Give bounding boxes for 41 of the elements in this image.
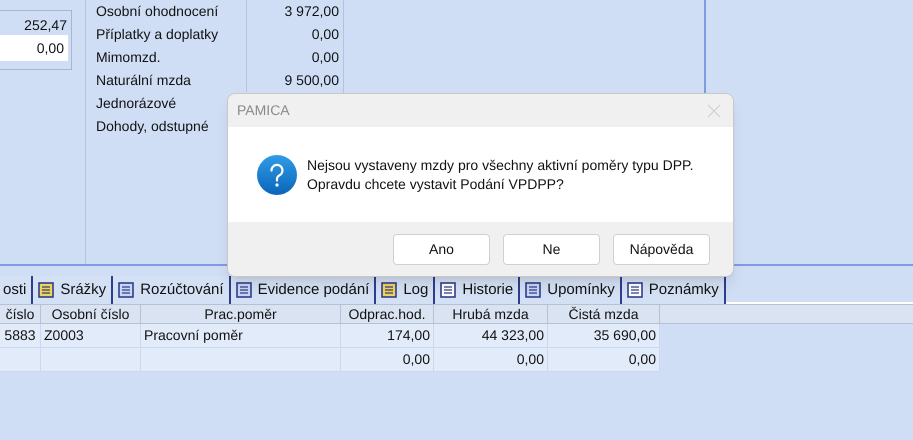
summary-value: 0,00 [246,46,343,69]
tab[interactable]: Rozúčtování [113,276,231,304]
column-header[interactable]: číslo [0,305,41,323]
summary-label: Příplatky a doplatky [95,25,220,44]
column-header[interactable]: Čistá mzda [548,305,660,323]
tab[interactable]: Evidence podání [230,276,376,304]
table-cell: Z0003 [41,324,141,348]
column-header[interactable]: Odprac.hod. [341,305,434,323]
summary-label: Dohody, odstupné [95,117,210,136]
tab[interactable]: Upomínky [520,276,622,304]
summary-label: Osobní ohodnocení [95,2,220,21]
dialog-message: Nejsou vystaveny mzdy pro všechny aktivní poměry typu DPP. Opravdu chcete vystavit Podání VPDPP? [307,156,694,194]
summary-value: 0,00 [246,23,343,46]
table-cell: 0,00 [548,348,660,372]
tab[interactable]: Poznámky [622,276,726,304]
tab[interactable]: Historie [435,276,520,304]
table-cell: 0,00 [341,348,434,372]
tab[interactable]: Log [376,276,436,304]
column-header[interactable]: Prac.poměr [141,305,341,323]
tab[interactable]: Srážky [33,276,114,304]
column-header[interactable]: Hrubá mzda [434,305,548,323]
summary-label: Naturální mzda [95,71,192,90]
close-icon[interactable] [707,104,721,118]
table-cell: 44 323,00 [434,324,548,348]
table-cell: Pracovní poměr [141,324,341,348]
amount-input[interactable]: 0,00 [0,35,68,61]
question-icon [257,154,297,194]
dialog-button[interactable]: Ne [503,234,600,264]
column-header[interactable]: Osobní číslo [41,305,141,323]
dialog-title: PAMICA [237,101,290,120]
table-cell: 5883 [0,324,41,348]
table-cell: 174,00 [341,324,434,348]
summary-value: 3 972,00 [246,0,343,23]
table-cell: 0,00 [434,348,548,372]
summary-label: Mimomzd. [95,48,162,67]
summary-value: 9 500,00 [246,69,343,92]
dialog-button[interactable]: Ano [393,234,490,264]
table-cell: 35 690,00 [548,324,660,348]
amount-value: 252,47 [23,16,68,35]
tab[interactable]: osti [0,276,34,304]
dialog-button[interactable]: Nápověda [613,234,710,264]
